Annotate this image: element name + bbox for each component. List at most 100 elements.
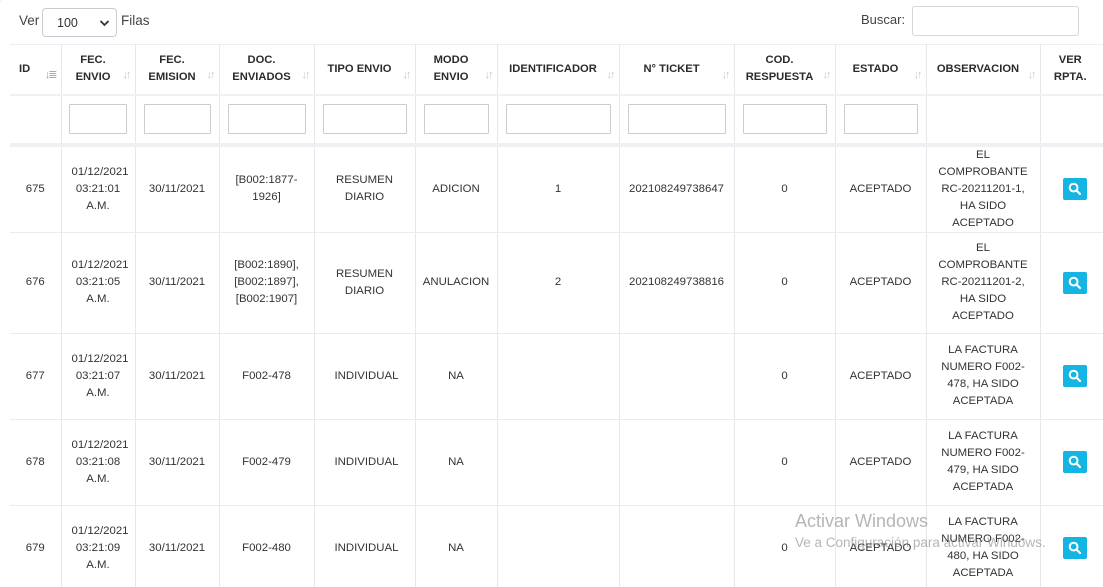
view-response-button[interactable] — [1063, 537, 1088, 559]
filter-input-estado[interactable] — [843, 104, 918, 134]
cell-tipo-envio: RESUMEN DIARIO — [314, 144, 416, 233]
cell-fec-envio: 01/12/2021 03:21:08 A.M. — [61, 419, 136, 506]
table-row: 677 01/12/2021 03:21:07 A.M. 30/11/2021 F00… — [10, 333, 1103, 420]
column-header-identificador[interactable]: IDENTIFICADOR ↓↑ — [497, 44, 620, 95]
table-row: 675 01/12/2021 03:21:01 A.M. 30/11/2021 [B0… — [10, 144, 1103, 233]
table-row: 676 01/12/2021 03:21:05 A.M. 30/11/2021 [B0… — [10, 232, 1103, 334]
search-icon — [1068, 369, 1082, 383]
sort-icon[interactable]: ↓↑ — [123, 70, 132, 81]
cell-ticket — [619, 505, 735, 587]
column-header-observacion[interactable]: OBSERVACION ↓↑ — [926, 44, 1041, 95]
cell-identificador — [497, 333, 620, 420]
sort-icon[interactable]: ↓↑ — [823, 70, 832, 81]
search-icon — [1068, 276, 1082, 289]
column-header-fec-envio[interactable]: FEC. ENVIO ↓↑ — [61, 44, 136, 95]
filter-row — [10, 93, 1103, 147]
cell-id: 675 — [10, 144, 62, 233]
column-header-ver-rpta[interactable]: VER RPTA. — [1040, 44, 1103, 95]
filter-cell — [835, 93, 927, 147]
cell-fec-envio: 01/12/2021 03:21:09 A.M. — [61, 505, 136, 587]
cell-estado: ACEPTADO — [835, 419, 927, 506]
cell-cod-respuesta: 0 — [734, 232, 836, 334]
page-size-label: Ver — [19, 13, 40, 28]
column-header-modo-envio[interactable]: MODO ENVIO ↓↑ — [415, 44, 498, 95]
cell-observacion: LA FACTURA NUMERO F002-478, HA SIDO ACEP… — [926, 333, 1041, 420]
cell-modo-envio: NA — [415, 505, 498, 587]
column-header-label: TIPO ENVIO — [327, 62, 392, 75]
column-header-estado[interactable]: ESTADO ↓↑ — [835, 44, 927, 95]
cell-estado: ACEPTADO — [835, 333, 927, 420]
cell-tipo-envio: RESUMEN DIARIO — [314, 232, 416, 334]
filter-input-identificador[interactable] — [505, 104, 611, 134]
search-input[interactable] — [912, 6, 1079, 36]
view-response-button[interactable] — [1063, 451, 1088, 473]
cell-ticket — [619, 419, 735, 506]
search-icon — [1068, 182, 1082, 196]
cell-tipo-envio: INDIVIDUAL — [314, 419, 416, 506]
cell-modo-envio: ANULACION — [415, 232, 498, 334]
cell-estado: ACEPTADO — [835, 144, 927, 233]
sort-icon[interactable]: ↓↑ — [485, 70, 494, 81]
sort-icon[interactable]: ↓↑ — [722, 70, 731, 81]
cell-cod-respuesta: 0 — [734, 144, 836, 233]
cell-estado: ACEPTADO — [835, 232, 927, 334]
column-header-fec-emision[interactable]: FEC. EMISION ↓↑ — [135, 44, 220, 95]
cell-ver-rpta — [1040, 333, 1103, 420]
filter-input-fec-emision[interactable] — [143, 104, 211, 134]
cell-cod-respuesta: 0 — [734, 419, 836, 506]
column-header-label: DOC. ENVIADOS — [232, 54, 291, 84]
sort-icon[interactable]: ↓↑ — [207, 70, 216, 81]
cell-modo-envio: NA — [415, 333, 498, 420]
column-header-tipo-envio[interactable]: TIPO ENVIO ↓↑ — [314, 44, 416, 95]
page-size-select[interactable]: 100 — [42, 8, 117, 37]
cell-ver-rpta — [1040, 419, 1103, 506]
cell-identificador — [497, 505, 620, 587]
table-row: 679 01/12/2021 03:21:09 A.M. 30/11/2021 F00… — [10, 505, 1103, 587]
cell-identificador — [497, 419, 620, 506]
filter-input-fec-envio[interactable] — [69, 104, 127, 134]
sort-icon[interactable]: ↓↑ — [914, 70, 923, 81]
view-response-button[interactable] — [1063, 178, 1088, 200]
search-icon — [1068, 455, 1082, 469]
filter-input-cod-respuesta[interactable] — [742, 104, 827, 134]
cell-cod-respuesta: 0 — [734, 505, 836, 587]
filter-cell — [926, 93, 1041, 147]
cell-ticket: 202108249738647 — [619, 144, 735, 233]
cell-observacion: EL COMPROBANTE RC-20211201-1, HA SIDO AC… — [926, 144, 1041, 233]
filter-input-tipo-envio[interactable] — [322, 104, 407, 134]
column-header-id[interactable]: ID ↓≣ — [10, 44, 62, 95]
cell-fec-emision: 30/11/2021 — [135, 333, 220, 420]
cell-fec-envio: 01/12/2021 03:21:07 A.M. — [61, 333, 136, 420]
column-header-cod-respuesta[interactable]: COD. RESPUESTA ↓↑ — [734, 44, 836, 95]
cell-tipo-envio: INDIVIDUAL — [314, 505, 416, 587]
column-header-ticket[interactable]: N° TICKET ↓↑ — [619, 44, 735, 95]
sort-icon[interactable]: ↓↑ — [403, 70, 412, 81]
cell-doc-enviados: [B002:1877-1926] — [219, 144, 315, 233]
cell-ver-rpta — [1040, 505, 1103, 587]
sort-icon[interactable]: ↓↑ — [302, 70, 311, 81]
filter-cell — [619, 93, 735, 147]
column-header-doc-enviados[interactable]: DOC. ENVIADOS ↓↑ — [219, 44, 315, 95]
cell-observacion: EL COMPROBANTE RC-20211201-2, HA SIDO AC… — [926, 232, 1041, 334]
sort-icon[interactable]: ↓≣ — [45, 70, 58, 81]
sort-icon[interactable]: ↓↑ — [1028, 70, 1037, 81]
view-response-button[interactable] — [1063, 271, 1088, 294]
sort-icon[interactable]: ↓↑ — [607, 70, 616, 81]
view-response-button[interactable] — [1063, 365, 1088, 387]
filter-input-doc-enviados[interactable] — [227, 104, 306, 134]
cell-tipo-envio: INDIVIDUAL — [314, 333, 416, 420]
search-label: Buscar: — [861, 12, 906, 27]
filter-input-modo-envio[interactable] — [423, 104, 489, 134]
cell-fec-envio: 01/12/2021 03:21:01 A.M. — [61, 144, 136, 233]
filter-cell — [415, 93, 498, 147]
filter-cell — [61, 93, 136, 147]
filter-cell — [497, 93, 620, 147]
filter-cell — [135, 93, 220, 147]
cell-id: 676 — [10, 232, 62, 334]
cell-estado: ACEPTADO — [835, 505, 927, 587]
cell-ver-rpta — [1040, 232, 1103, 334]
filter-cell — [314, 93, 416, 147]
table-toolbar: Ver 100 Filas Buscar: — [0, 0, 1103, 44]
filter-input-ticket[interactable] — [627, 104, 726, 134]
cell-id: 677 — [10, 333, 62, 420]
